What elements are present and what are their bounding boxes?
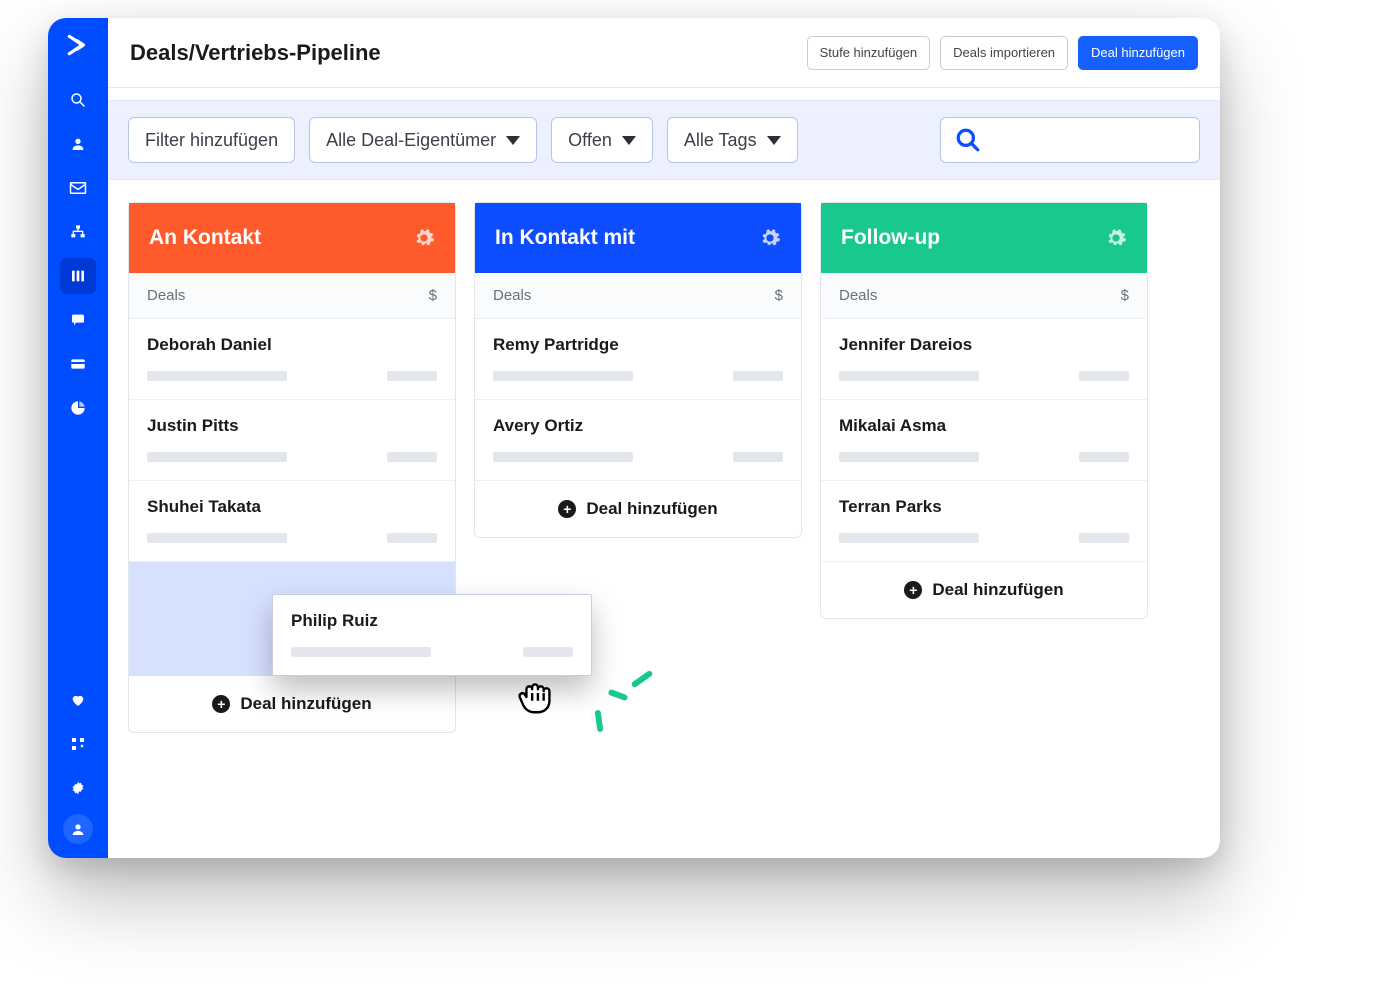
nav-mail-icon[interactable] [60, 170, 96, 206]
add-filter-label: Filter hinzufügen [145, 130, 278, 151]
nav-person-icon[interactable] [60, 126, 96, 162]
placeholder-row [147, 533, 437, 543]
deal-card-title: Deborah Daniel [147, 335, 437, 355]
plus-icon: + [558, 500, 576, 518]
deal-card[interactable]: Avery Ortiz [475, 400, 801, 481]
add-deal-label: Deal hinzufügen [586, 499, 717, 519]
top-actions: Stufe hinzufügen Deals importieren Deal … [807, 36, 1198, 70]
column-gear-icon[interactable] [759, 227, 781, 249]
pipeline-column: Follow-up Deals $ Jennifer Dareios Mikalai A… [820, 202, 1148, 619]
chevron-down-icon [622, 136, 636, 145]
placeholder-row [147, 371, 437, 381]
deal-card[interactable]: Justin Pitts [129, 400, 455, 481]
dragging-deal-card[interactable]: Philip Ruiz [272, 594, 592, 676]
status-filter-label: Offen [568, 130, 612, 151]
main-content: Deals/Vertriebs-Pipeline Stufe hinzufüge… [108, 18, 1220, 858]
status-filter-chip[interactable]: Offen [551, 117, 653, 163]
deal-card-title: Shuhei Takata [147, 497, 437, 517]
nav-chat-icon[interactable] [60, 302, 96, 338]
add-deal-label: Deal hinzufügen [240, 694, 371, 714]
placeholder-row [839, 452, 1129, 462]
placeholder-row [839, 371, 1129, 381]
nav-pipeline-icon[interactable] [60, 258, 96, 294]
deal-card[interactable]: Terran Parks [821, 481, 1147, 562]
sidebar [48, 18, 108, 858]
owner-filter-chip[interactable]: Alle Deal-Eigentümer [309, 117, 537, 163]
nav-apps-icon[interactable] [60, 726, 96, 762]
plus-icon: + [212, 695, 230, 713]
placeholder-row [147, 452, 437, 462]
nav-user-avatar[interactable] [63, 814, 93, 844]
nav-org-icon[interactable] [60, 214, 96, 250]
deal-card[interactable]: Jennifer Dareios [821, 319, 1147, 400]
nav-settings-gear-icon[interactable] [60, 770, 96, 806]
add-deal-link[interactable]: + Deal hinzufügen [821, 562, 1147, 618]
deal-card-title: Philip Ruiz [291, 611, 573, 631]
currency-symbol: $ [1121, 287, 1129, 304]
currency-symbol: $ [775, 287, 783, 304]
deal-card-title: Jennifer Dareios [839, 335, 1129, 355]
add-deal-label: Deal hinzufügen [932, 580, 1063, 600]
kanban-board: An Kontakt Deals $ Deborah Daniel Justin Pit… [108, 180, 1220, 858]
column-gear-icon[interactable] [1105, 227, 1127, 249]
chevron-down-icon [506, 136, 520, 145]
deal-card-title: Justin Pitts [147, 416, 437, 436]
placeholder-row [839, 533, 1129, 543]
deal-card-title: Terran Parks [839, 497, 1129, 517]
nav-heart-icon[interactable] [60, 682, 96, 718]
column-subheader: Deals $ [129, 273, 455, 319]
column-header: In Kontakt mit [475, 203, 801, 273]
search-input[interactable] [940, 117, 1200, 163]
placeholder-row [493, 371, 783, 381]
search-icon [955, 127, 981, 153]
deals-label: Deals [839, 287, 877, 304]
deal-card[interactable]: Deborah Daniel [129, 319, 455, 400]
nav-card-icon[interactable] [60, 346, 96, 382]
column-gear-icon[interactable] [413, 227, 435, 249]
add-deal-button[interactable]: Deal hinzufügen [1078, 36, 1198, 70]
topbar: Deals/Vertriebs-Pipeline Stufe hinzufüge… [108, 18, 1220, 88]
deal-card-title: Avery Ortiz [493, 416, 783, 436]
app-window: Deals/Vertriebs-Pipeline Stufe hinzufüge… [48, 18, 1220, 858]
plus-icon: + [904, 581, 922, 599]
brand-logo-icon [63, 30, 93, 60]
deal-card[interactable]: Mikalai Asma [821, 400, 1147, 481]
tags-filter-label: Alle Tags [684, 130, 757, 151]
column-subheader: Deals $ [821, 273, 1147, 319]
add-deal-link[interactable]: + Deal hinzufügen [129, 676, 455, 732]
column-title: Follow-up [841, 226, 940, 250]
owner-filter-label: Alle Deal-Eigentümer [326, 130, 496, 151]
import-deals-button[interactable]: Deals importieren [940, 36, 1068, 70]
deals-label: Deals [147, 287, 185, 304]
tags-filter-chip[interactable]: Alle Tags [667, 117, 798, 163]
deal-card[interactable]: Shuhei Takata [129, 481, 455, 562]
chevron-down-icon [767, 136, 781, 145]
pipeline-column: In Kontakt mit Deals $ Remy Partridge Avery … [474, 202, 802, 538]
deal-card[interactable]: Remy Partridge [475, 319, 801, 400]
page-title: Deals/Vertriebs-Pipeline [130, 40, 381, 66]
column-header: Follow-up [821, 203, 1147, 273]
currency-symbol: $ [429, 287, 437, 304]
grab-cursor-icon [513, 672, 555, 714]
deals-label: Deals [493, 287, 531, 304]
add-deal-link[interactable]: + Deal hinzufügen [475, 481, 801, 537]
deal-card-title: Mikalai Asma [839, 416, 1129, 436]
nav-reports-icon[interactable] [60, 390, 96, 426]
motion-accent-icon [596, 678, 656, 738]
column-header: An Kontakt [129, 203, 455, 273]
column-subheader: Deals $ [475, 273, 801, 319]
nav-search-icon[interactable] [60, 82, 96, 118]
add-stage-button[interactable]: Stufe hinzufügen [807, 36, 931, 70]
deal-card-title: Remy Partridge [493, 335, 783, 355]
filter-bar: Filter hinzufügen Alle Deal-Eigentümer O… [108, 100, 1220, 180]
placeholder-row [291, 647, 573, 657]
add-filter-chip[interactable]: Filter hinzufügen [128, 117, 295, 163]
column-title: In Kontakt mit [495, 226, 635, 250]
column-title: An Kontakt [149, 226, 261, 250]
placeholder-row [493, 452, 783, 462]
